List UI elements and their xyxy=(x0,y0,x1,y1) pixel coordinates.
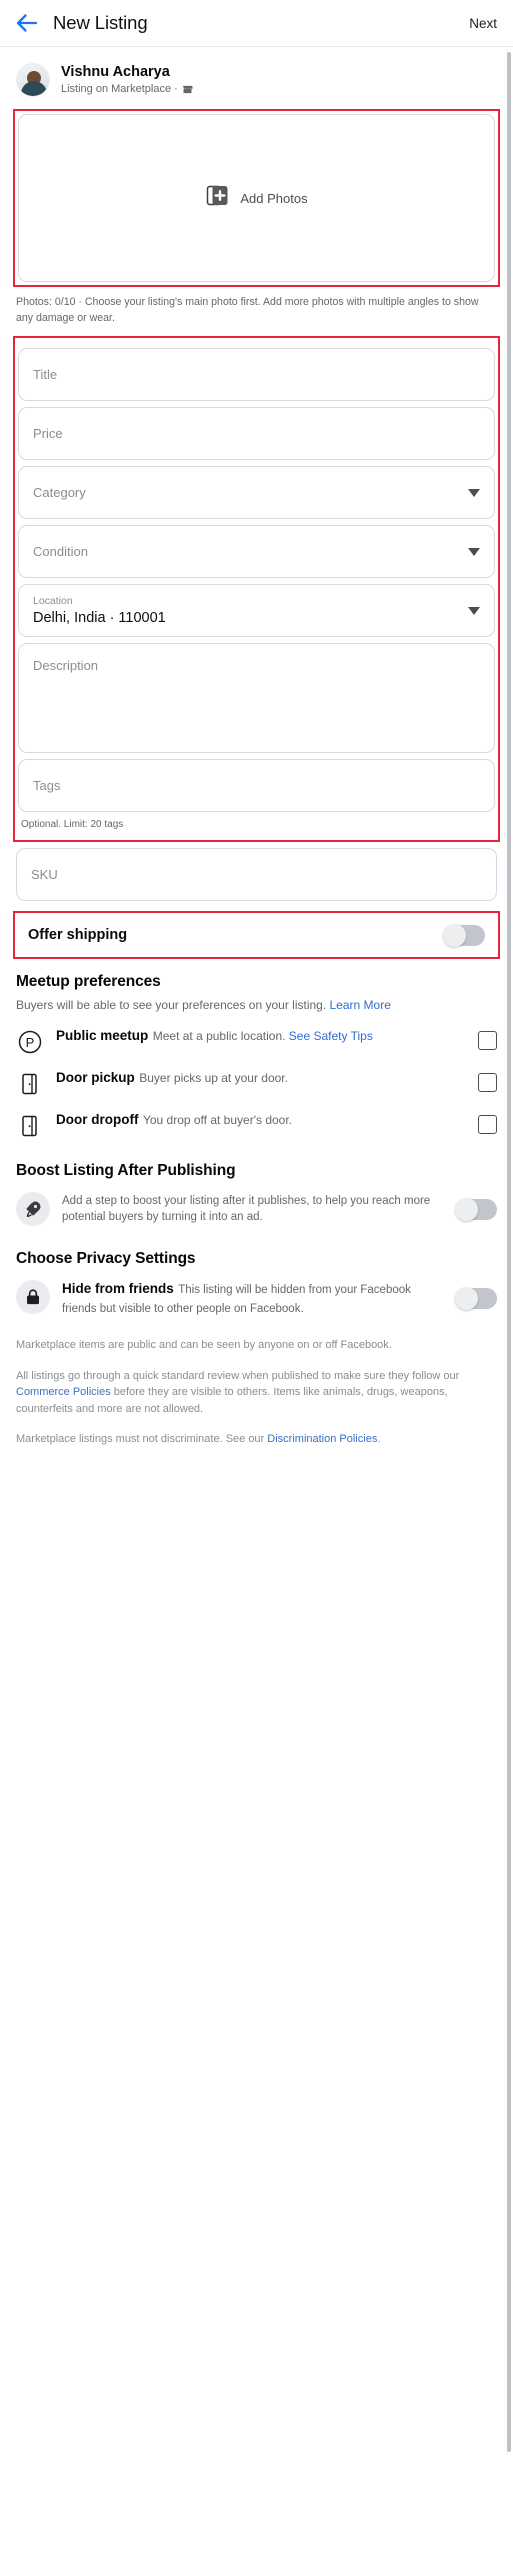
boost-desc: Add a step to boost your listing after i… xyxy=(62,1194,431,1224)
privacy-section: Choose Privacy Settings xyxy=(0,1226,513,1268)
meetup-option-public-text: Public meetup Meet at a public location.… xyxy=(56,1027,478,1045)
avatar xyxy=(16,63,50,97)
public-meetup-parking-icon: P xyxy=(16,1028,44,1056)
meetup-option-door-dropoff[interactable]: Door dropoff You drop off at buyer's doo… xyxy=(0,1098,513,1140)
boost-section: Boost Listing After Publishing xyxy=(0,1140,513,1180)
meetup-desc: Buyers will be able to see your preferen… xyxy=(16,996,497,1014)
meetup-option-door-pickup-checkbox[interactable] xyxy=(478,1073,497,1092)
meetup-option-door-pickup[interactable]: Door pickup Buyer picks up at your door. xyxy=(0,1056,513,1098)
see-safety-tips-link[interactable]: See Safety Tips xyxy=(289,1029,373,1043)
store-icon xyxy=(182,84,193,94)
condition-select[interactable]: Condition xyxy=(18,525,495,578)
door-dropoff-icon xyxy=(16,1112,44,1140)
top-app-bar: New Listing Next xyxy=(0,0,513,47)
condition-placeholder: Condition xyxy=(33,544,88,559)
offer-shipping-label: Offer shipping xyxy=(28,927,128,943)
privacy-option-title: Hide from friends xyxy=(62,1281,174,1296)
meetup-option-door-dropoff-text: Door dropoff You drop off at buyer's doo… xyxy=(56,1111,478,1129)
door-pickup-icon xyxy=(16,1070,44,1098)
meetup-option-public-checkbox[interactable] xyxy=(478,1031,497,1050)
profile-text: Vishnu Acharya Listing on Marketplace · xyxy=(61,64,193,97)
meetup-title: Meetup preferences xyxy=(16,973,161,990)
photos-highlight-region: Add Photos xyxy=(13,109,500,287)
boost-row[interactable]: Add a step to boost your listing after i… xyxy=(0,1180,513,1226)
scrollbar-thumb[interactable] xyxy=(507,52,511,2452)
commerce-policies-link[interactable]: Commerce Policies xyxy=(16,1386,111,1398)
add-photos-button[interactable]: Add Photos xyxy=(205,183,308,214)
profile-subtitle: Listing on Marketplace · xyxy=(61,82,193,97)
sku-field[interactable]: SKU xyxy=(16,848,497,901)
rocket-icon xyxy=(16,1192,50,1226)
meetup-option-public-sub: Meet at a public location. See Safety Ti… xyxy=(153,1029,373,1043)
meetup-option-door-pickup-sub: Buyer picks up at your door. xyxy=(139,1071,288,1085)
hide-from-friends-toggle[interactable] xyxy=(455,1287,497,1310)
location-select[interactable]: Location Delhi, India · 110001 xyxy=(18,584,495,637)
title-placeholder: Title xyxy=(33,367,58,382)
offer-shipping-row[interactable]: Offer shipping xyxy=(19,917,494,953)
profile-row[interactable]: Vishnu Acharya Listing on Marketplace · xyxy=(0,47,513,109)
meetup-desc-text: Buyers will be able to see your preferen… xyxy=(16,998,330,1012)
profile-name: Vishnu Acharya xyxy=(61,63,170,80)
next-button[interactable]: Next xyxy=(469,16,497,31)
meetup-option-public[interactable]: P Public meetup Meet at a public locatio… xyxy=(0,1014,513,1056)
legal-discrimination-part2: . xyxy=(377,1433,381,1445)
sku-placeholder: SKU xyxy=(31,867,58,882)
description-field[interactable]: Description xyxy=(18,643,495,753)
chevron-down-icon xyxy=(468,488,480,497)
meetup-option-door-dropoff-title: Door dropoff xyxy=(56,1112,139,1127)
meetup-option-public-sub-text: Meet at a public location. xyxy=(152,1029,289,1043)
description-placeholder: Description xyxy=(33,658,99,673)
chevron-down-icon xyxy=(468,606,480,615)
tags-field[interactable]: Tags xyxy=(18,759,495,812)
meetup-option-public-title: Public meetup xyxy=(56,1028,149,1043)
photos-note: Photos: 0/10 · Choose your listing's mai… xyxy=(16,296,479,324)
legal-review-part1: All listings go through a quick standard… xyxy=(16,1369,460,1382)
lock-icon xyxy=(16,1280,50,1314)
privacy-row[interactable]: Hide from friends This listing will be h… xyxy=(0,1268,513,1317)
profile-subtitle-label: Listing on Marketplace · xyxy=(61,82,178,95)
boost-title: Boost Listing After Publishing xyxy=(16,1162,236,1179)
title-field[interactable]: Title xyxy=(18,348,495,401)
chevron-down-icon xyxy=(468,547,480,556)
svg-text:P: P xyxy=(26,1035,35,1050)
learn-more-link[interactable]: Learn More xyxy=(330,998,391,1012)
add-photos-dropzone[interactable]: Add Photos xyxy=(18,114,495,282)
price-field[interactable]: Price xyxy=(18,407,495,460)
back-arrow-icon[interactable] xyxy=(14,10,40,36)
location-value: Delhi, India · 110001 xyxy=(33,609,166,626)
page-title: New Listing xyxy=(53,12,148,33)
discrimination-policies-link[interactable]: Discrimination Policies xyxy=(267,1433,377,1445)
add-photos-icon xyxy=(205,183,231,214)
legal-paragraph-public: Marketplace items are public and can be … xyxy=(16,1339,392,1351)
boost-toggle[interactable] xyxy=(455,1197,497,1221)
category-select[interactable]: Category xyxy=(18,466,495,519)
meetup-option-door-pickup-title: Door pickup xyxy=(56,1070,135,1085)
privacy-option-text: Hide from friends This listing will be h… xyxy=(62,1280,455,1317)
listing-fields-highlight-region: Title Price Category Condition Location … xyxy=(13,336,500,842)
scrollbar-track[interactable] xyxy=(507,52,512,2532)
privacy-title: Choose Privacy Settings xyxy=(16,1250,196,1267)
category-placeholder: Category xyxy=(33,485,86,500)
legal-discrimination-part1: Marketplace listings must not discrimina… xyxy=(16,1433,268,1445)
add-photos-label: Add Photos xyxy=(240,190,308,206)
offer-shipping-toggle[interactable] xyxy=(443,923,485,947)
meetup-option-door-dropoff-sub: You drop off at buyer's door. xyxy=(142,1113,293,1127)
sku-region: SKU xyxy=(16,848,497,901)
tags-note: Optional. Limit: 20 tags xyxy=(21,819,124,830)
location-label: Location xyxy=(33,594,73,607)
legal-text-block: Marketplace items are public and can be … xyxy=(0,1337,513,1448)
meetup-option-door-pickup-text: Door pickup Buyer picks up at your door. xyxy=(56,1069,478,1087)
legal-paragraph-discrimination: Marketplace listings must not discrimina… xyxy=(16,1431,497,1448)
legal-paragraph-review: All listings go through a quick standard… xyxy=(16,1368,497,1418)
tags-placeholder: Tags xyxy=(33,778,61,793)
meetup-option-door-dropoff-checkbox[interactable] xyxy=(478,1115,497,1134)
price-placeholder: Price xyxy=(33,426,63,441)
offer-shipping-highlight-region: Offer shipping xyxy=(13,911,500,959)
meetup-section: Meetup preferences Buyers will be able t… xyxy=(0,959,513,1014)
